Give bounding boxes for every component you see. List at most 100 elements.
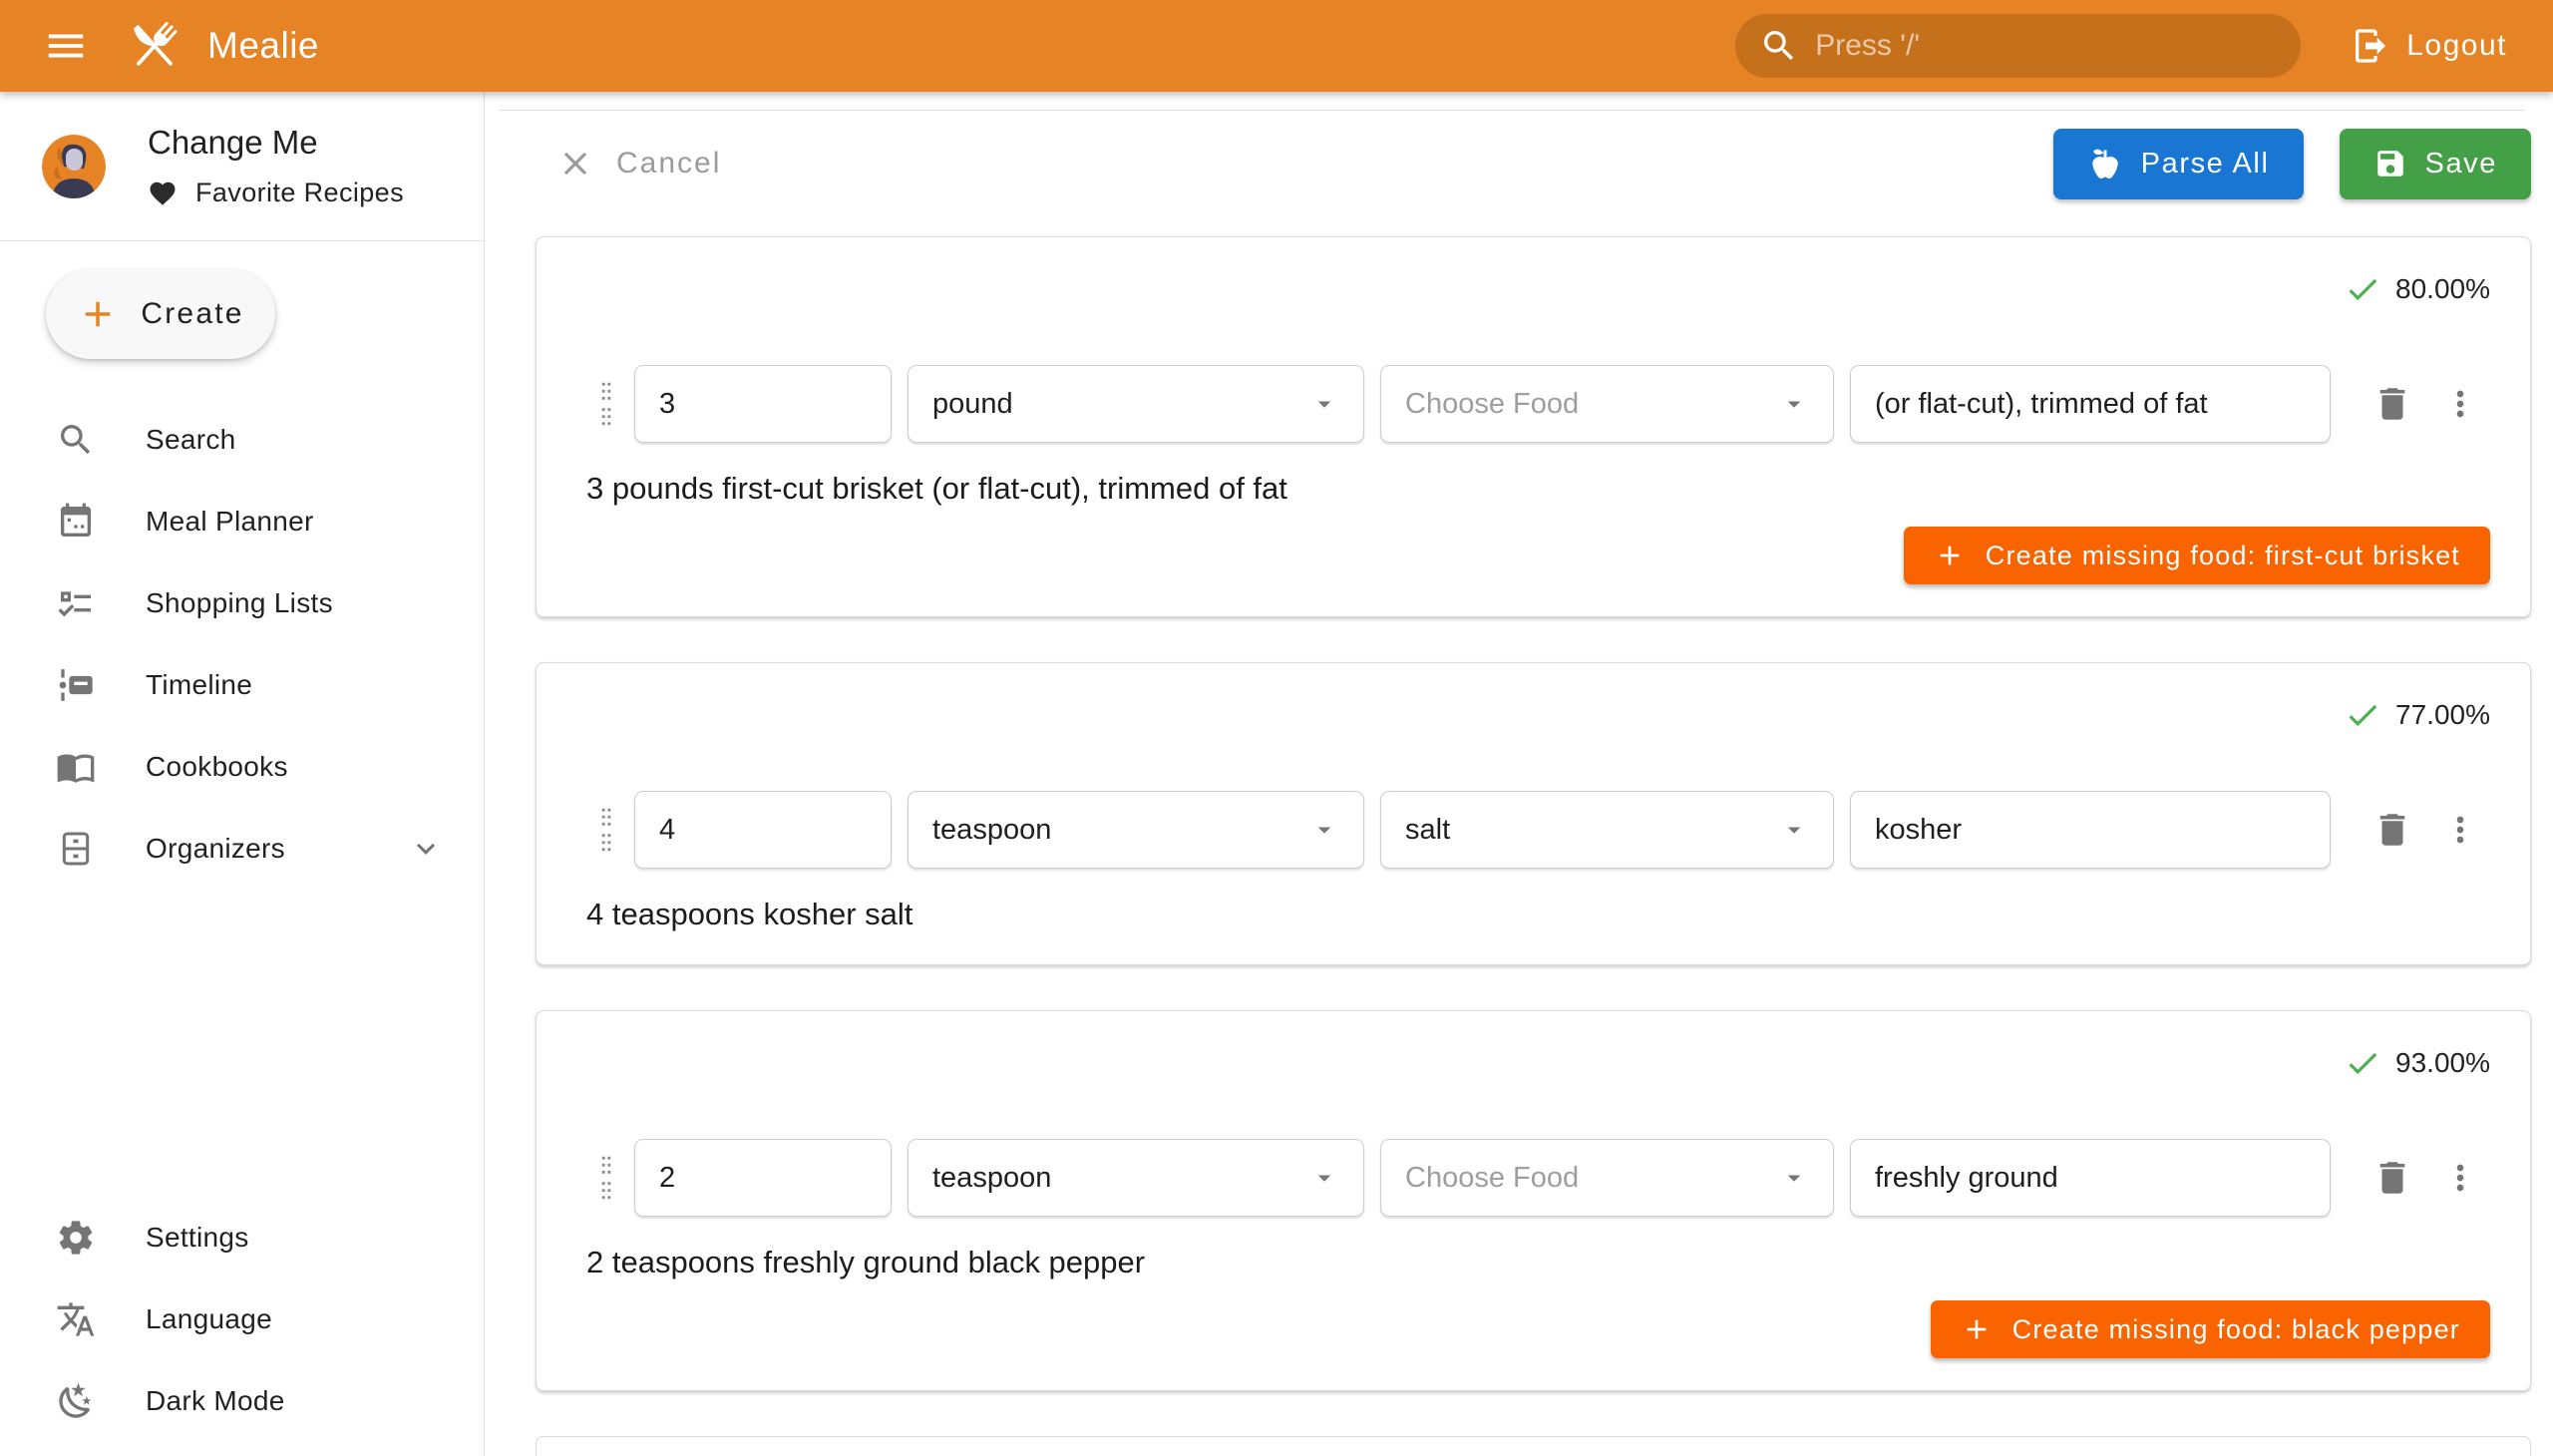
hamburger-menu-icon bbox=[43, 23, 89, 69]
create-button[interactable]: Create bbox=[46, 269, 275, 359]
parse-all-button[interactable]: Parse All bbox=[2053, 129, 2304, 199]
menu-down-icon bbox=[1309, 1163, 1339, 1193]
note-field[interactable] bbox=[1850, 791, 2331, 869]
note-field[interactable] bbox=[1850, 365, 2331, 443]
sidebar-item-dark-mode[interactable]: Dark Mode bbox=[0, 1360, 484, 1442]
sidebar-item-label: Settings bbox=[146, 1222, 484, 1254]
menu-down-icon bbox=[1779, 1163, 1809, 1193]
logout-icon bbox=[2351, 26, 2390, 66]
sidebar-item-settings[interactable]: Settings bbox=[0, 1197, 484, 1278]
sidebar-item-cookbooks[interactable]: Cookbooks bbox=[0, 726, 484, 808]
sidebar-item-meal-planner[interactable]: Meal Planner bbox=[0, 481, 484, 562]
unit-select[interactable]: teaspoon bbox=[908, 791, 1364, 869]
book-open-icon bbox=[56, 747, 96, 787]
quantity-input[interactable] bbox=[659, 388, 867, 421]
hamburger-menu-button[interactable] bbox=[34, 14, 98, 78]
more-options-button[interactable] bbox=[2436, 380, 2484, 428]
delete-button[interactable] bbox=[2369, 380, 2416, 428]
dots-vertical-icon bbox=[2440, 1158, 2480, 1198]
dots-vertical-icon bbox=[2440, 810, 2480, 850]
more-options-button[interactable] bbox=[2436, 806, 2484, 854]
content-top-divider bbox=[499, 110, 2525, 111]
quantity-field[interactable] bbox=[634, 1139, 892, 1217]
unit-select[interactable]: teaspoon bbox=[908, 1139, 1364, 1217]
drag-handle-icon[interactable] bbox=[586, 374, 626, 434]
plus-icon bbox=[1961, 1313, 1993, 1345]
sidebar-item-label: Timeline bbox=[146, 669, 484, 701]
quantity-input[interactable] bbox=[659, 1162, 867, 1195]
food-placeholder: Choose Food bbox=[1405, 1162, 1579, 1195]
app-title: Mealie bbox=[207, 25, 319, 67]
list-checks-icon bbox=[56, 583, 96, 623]
favorite-recipes-link[interactable]: Favorite Recipes bbox=[148, 178, 404, 208]
quantity-input[interactable] bbox=[659, 814, 867, 847]
mealie-logo[interactable] bbox=[124, 15, 185, 77]
user-meta: Change Me Favorite Recipes bbox=[148, 124, 404, 208]
user-profile[interactable]: Change Me Favorite Recipes bbox=[0, 92, 484, 240]
calendar-icon bbox=[56, 502, 96, 542]
moon-stars-icon bbox=[56, 1381, 96, 1421]
note-input[interactable] bbox=[1875, 814, 2306, 847]
confidence-value: 77.00% bbox=[2395, 699, 2490, 731]
search-input[interactable] bbox=[1815, 29, 2277, 63]
sidebar-item-label: Cookbooks bbox=[146, 751, 484, 783]
original-ingredient-text: 3 pounds first-cut brisket (or flat-cut)… bbox=[586, 471, 2490, 507]
delete-button[interactable] bbox=[2369, 806, 2416, 854]
unit-select[interactable]: pound bbox=[908, 365, 1364, 443]
note-field[interactable] bbox=[1850, 1139, 2331, 1217]
sidebar-divider bbox=[0, 240, 484, 241]
more-options-button[interactable] bbox=[2436, 1154, 2484, 1202]
note-input[interactable] bbox=[1875, 1162, 2306, 1195]
delete-button[interactable] bbox=[2369, 1154, 2416, 1202]
trash-icon bbox=[2371, 1157, 2413, 1199]
ingredient-card-2: 77.00% teaspoon bbox=[536, 662, 2531, 965]
cancel-button[interactable]: Cancel bbox=[556, 145, 721, 182]
create-missing-food-button[interactable]: Create missing food: first-cut brisket bbox=[1904, 527, 2490, 584]
menu-down-icon bbox=[1779, 815, 1809, 845]
avatar[interactable] bbox=[42, 135, 106, 198]
main-content: Cancel Parse All Save bbox=[485, 92, 2553, 1456]
note-input[interactable] bbox=[1875, 388, 2306, 421]
save-button[interactable]: Save bbox=[2340, 129, 2532, 199]
plus-icon bbox=[1934, 540, 1966, 571]
logout-button[interactable]: Logout bbox=[2341, 14, 2517, 78]
timeline-icon bbox=[56, 665, 96, 705]
trash-icon bbox=[2371, 809, 2413, 851]
drag-handle-icon[interactable] bbox=[586, 800, 626, 860]
magnify-icon bbox=[56, 420, 96, 460]
row-actions bbox=[2369, 806, 2484, 854]
menu-down-icon bbox=[1309, 815, 1339, 845]
trash-icon bbox=[2371, 383, 2413, 425]
sidebar-item-shopping-lists[interactable]: Shopping Lists bbox=[0, 562, 484, 644]
drag-handle-icon[interactable] bbox=[586, 1148, 626, 1208]
sidebar-item-language[interactable]: Language bbox=[0, 1278, 484, 1360]
food-select[interactable]: salt bbox=[1380, 791, 1834, 869]
gear-icon bbox=[56, 1218, 96, 1258]
app-bar: Mealie Logout bbox=[0, 0, 2553, 92]
ingredient-fields-row: teaspoon salt bbox=[586, 791, 2490, 869]
ingredient-list: 80.00% pound C bbox=[536, 236, 2531, 1456]
global-search[interactable] bbox=[1735, 14, 2301, 78]
food-select[interactable]: Choose Food bbox=[1380, 1139, 1834, 1217]
sidebar-spacer bbox=[0, 890, 484, 1171]
create-missing-food-button[interactable]: Create missing food: black pepper bbox=[1931, 1300, 2490, 1358]
parse-all-label: Parse All bbox=[2141, 148, 2270, 181]
create-button-label: Create bbox=[141, 297, 243, 331]
ingredient-card-4-partial bbox=[536, 1436, 2531, 1456]
sidebar-item-organizers[interactable]: Organizers bbox=[0, 808, 484, 890]
plus-icon bbox=[77, 293, 119, 335]
parser-toolbar: Cancel Parse All Save bbox=[485, 128, 2553, 199]
translate-icon bbox=[56, 1299, 96, 1339]
logout-label: Logout bbox=[2406, 29, 2507, 63]
confidence-value: 93.00% bbox=[2395, 1047, 2490, 1079]
sidebar-item-timeline[interactable]: Timeline bbox=[0, 644, 484, 726]
sidebar-item-search[interactable]: Search bbox=[0, 399, 484, 481]
save-icon bbox=[2373, 147, 2407, 181]
heart-icon bbox=[148, 179, 178, 208]
save-label: Save bbox=[2425, 148, 2498, 181]
quantity-field[interactable] bbox=[634, 791, 892, 869]
ingredient-fields-row: teaspoon Choose Food bbox=[586, 1139, 2490, 1217]
food-select[interactable]: Choose Food bbox=[1380, 365, 1834, 443]
dots-vertical-icon bbox=[2440, 384, 2480, 424]
quantity-field[interactable] bbox=[634, 365, 892, 443]
